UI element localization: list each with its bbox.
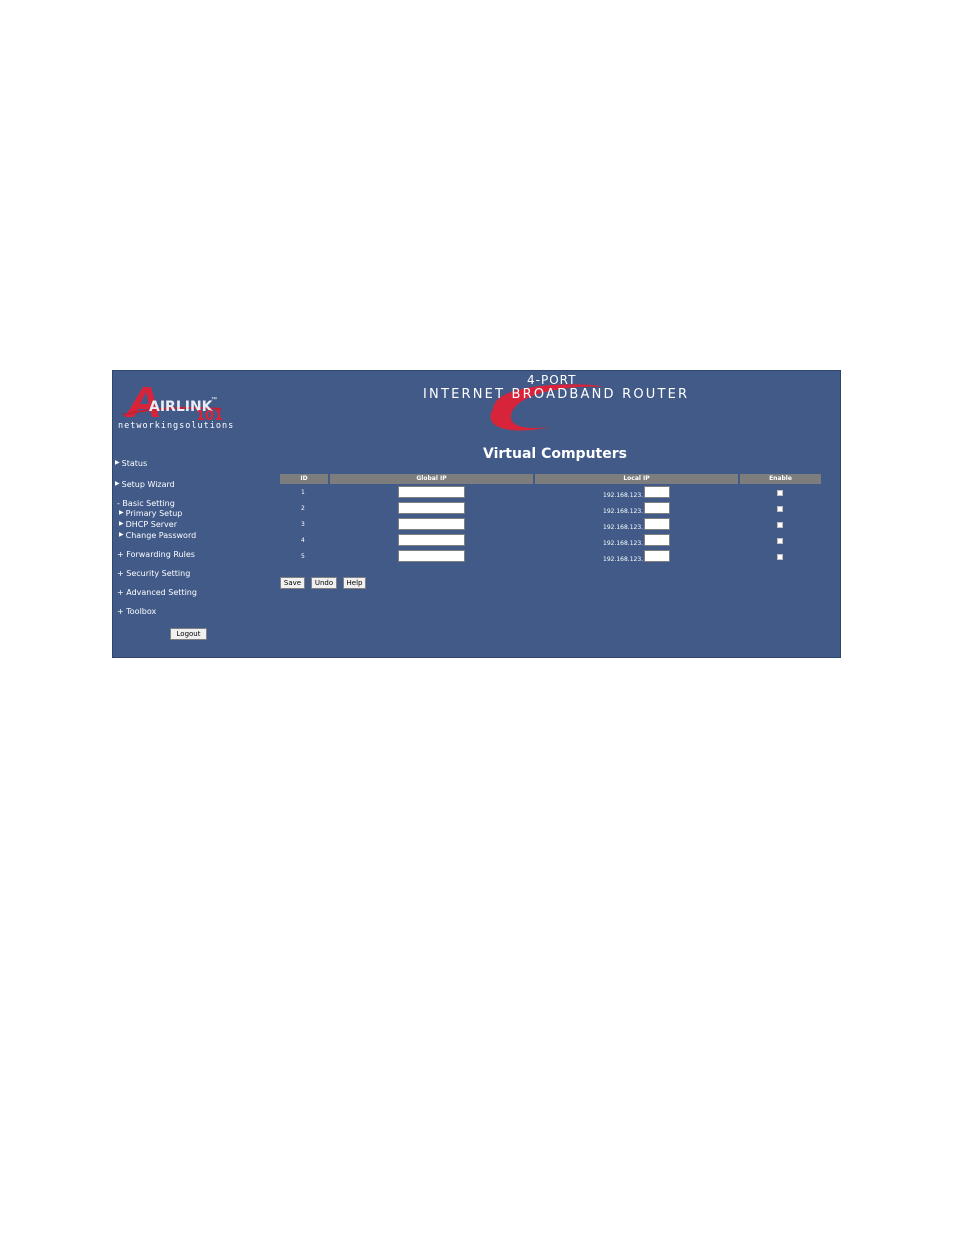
save-button[interactable]: Save xyxy=(280,577,305,589)
nav-security-setting[interactable]: + Security Setting xyxy=(117,569,190,578)
triangle-right-icon: ▶ xyxy=(119,531,124,538)
logo-tagline: networkingsolutions xyxy=(118,421,235,431)
banner-title: INTERNET BROADBAND ROUTER xyxy=(423,387,690,402)
nav-change-password[interactable]: ▶ Change Password xyxy=(119,531,196,540)
header-id: ID xyxy=(280,474,328,484)
banner-port-label: 4-PORT xyxy=(527,373,577,387)
nav-toolbox-label: + Toolbox xyxy=(117,607,157,616)
row-id-cell: 4 xyxy=(301,537,305,544)
header-global-ip: Global IP xyxy=(330,474,533,484)
logout-button[interactable]: Logout xyxy=(170,628,207,640)
nav-security-setting-label: + Security Setting xyxy=(117,569,191,578)
enable-checkbox[interactable] xyxy=(777,506,783,512)
help-button[interactable]: Help xyxy=(343,577,366,589)
global-ip-input[interactable] xyxy=(398,550,465,562)
nav-forwarding-rules-label: + Forwarding Rules xyxy=(117,550,195,559)
enable-checkbox[interactable] xyxy=(777,490,783,496)
triangle-right-icon: ▶ xyxy=(119,520,124,527)
local-ip-suffix-input[interactable] xyxy=(644,550,670,562)
triangle-right-icon: ▶ xyxy=(115,480,120,487)
local-ip-prefix: 192.168.123. xyxy=(603,524,644,531)
nav-advanced-setting[interactable]: + Advanced Setting xyxy=(117,588,197,597)
undo-button[interactable]: Undo xyxy=(311,577,337,589)
nav-setup-wizard-label: Setup Wizard xyxy=(121,480,175,489)
local-ip-prefix: 192.168.123. xyxy=(603,508,644,515)
nav-primary-setup[interactable]: ▶ Primary Setup xyxy=(119,509,182,518)
row-id-cell: 3 xyxy=(301,521,305,528)
header-local-ip: Local IP xyxy=(535,474,738,484)
header-enable: Enable xyxy=(740,474,821,484)
global-ip-input[interactable] xyxy=(398,518,465,530)
triangle-right-icon: ▶ xyxy=(119,509,124,516)
nav-dhcp-server[interactable]: ▶ DHCP Server xyxy=(119,520,177,529)
nav-toolbox[interactable]: + Toolbox xyxy=(117,607,156,616)
local-ip-prefix: 192.168.123. xyxy=(603,540,644,547)
logo-trademark: ™ xyxy=(211,397,217,403)
enable-checkbox[interactable] xyxy=(777,522,783,528)
nav-forwarding-rules[interactable]: + Forwarding Rules xyxy=(117,550,195,559)
nav-primary-setup-label: Primary Setup xyxy=(125,509,183,518)
nav-status-label: Status xyxy=(121,459,148,468)
local-ip-suffix-input[interactable] xyxy=(644,534,670,546)
global-ip-input[interactable] xyxy=(398,502,465,514)
local-ip-suffix-input[interactable] xyxy=(644,518,670,530)
nav-basic-setting[interactable]: - Basic Setting xyxy=(117,499,175,508)
nav-status[interactable]: ▶ Status xyxy=(115,459,147,468)
global-ip-input[interactable] xyxy=(398,534,465,546)
row-id-cell: 5 xyxy=(301,553,305,560)
local-ip-suffix-input[interactable] xyxy=(644,502,670,514)
row-id-cell: 1 xyxy=(301,489,305,496)
nav-basic-setting-label: - Basic Setting xyxy=(117,499,175,508)
triangle-right-icon: ▶ xyxy=(115,459,120,466)
page-title: Virtual Computers xyxy=(483,446,627,462)
row-id-cell: 2 xyxy=(301,505,305,512)
enable-checkbox[interactable] xyxy=(777,538,783,544)
nav-advanced-setting-label: + Advanced Setting xyxy=(117,588,197,597)
enable-checkbox[interactable] xyxy=(777,554,783,560)
local-ip-prefix: 192.168.123. xyxy=(603,492,644,499)
nav-change-password-label: Change Password xyxy=(125,531,197,540)
router-admin-panel: AIRLINK ™ 101 networkingsolutions 4-PORT… xyxy=(112,370,841,658)
global-ip-input[interactable] xyxy=(398,486,465,498)
nav-setup-wizard[interactable]: ▶ Setup Wizard xyxy=(115,480,175,489)
nav-dhcp-server-label: DHCP Server xyxy=(125,520,177,529)
local-ip-prefix: 192.168.123. xyxy=(603,556,644,563)
local-ip-suffix-input[interactable] xyxy=(644,486,670,498)
